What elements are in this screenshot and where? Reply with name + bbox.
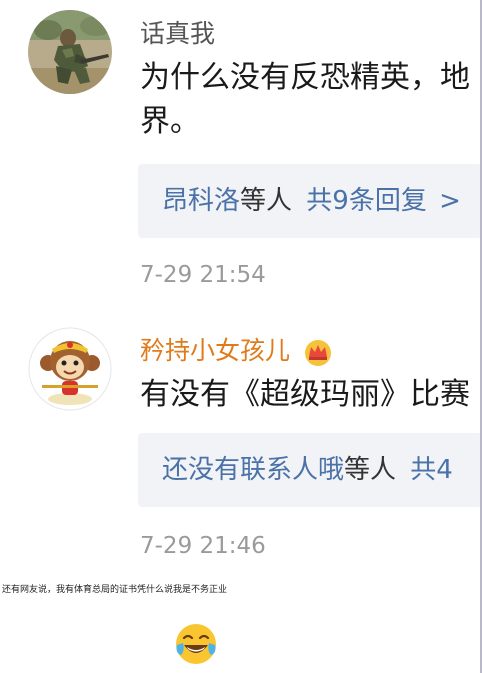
monkey-king-cartoon-icon (28, 327, 112, 411)
reply-count-link[interactable]: 共9条回复 (306, 186, 427, 216)
reply-author-link[interactable]: 还没有联系人哦 (162, 455, 344, 485)
tears-of-joy-emoji-icon (176, 624, 216, 664)
reply-author-link[interactable]: 昂科洛 (162, 186, 240, 216)
soldier-photo-icon (28, 10, 112, 94)
comment-text: 为什么没有反恐精英，地 界。 (140, 56, 470, 144)
reply-others-label: 等人 (240, 186, 293, 216)
caption-text: 还有网友说，我有体育总局的证书凭什么说我是不务正业 (2, 585, 228, 595)
comment-username[interactable]: 矜持小女孩儿 (140, 331, 334, 367)
reply-summary[interactable]: 还没有联系人哦等人 共4 (138, 433, 482, 507)
comment-username-text: 矜持小女孩儿 (140, 336, 291, 365)
comment-text-line: 界。 (140, 104, 200, 139)
crown-badge-icon (304, 340, 331, 366)
screenshot: 话真我 为什么没有反恐精英，地 界。 昂科洛等人 共9条回复 > 7-29 21… (0, 0, 482, 673)
comment-text: 有没有《超级玛丽》比赛 (140, 373, 470, 417)
reply-count-link[interactable]: 共4 (410, 455, 453, 485)
comment-timestamp: 7-29 21:54 (140, 262, 266, 288)
reply-others-label: 等人 (344, 455, 397, 485)
comment-username[interactable]: 话真我 (140, 14, 215, 50)
avatar[interactable] (28, 10, 112, 94)
avatar[interactable] (28, 327, 112, 411)
reply-summary[interactable]: 昂科洛等人 共9条回复 > (138, 164, 482, 238)
comment-timestamp: 7-29 21:46 (140, 533, 266, 559)
comment-text-line: 有没有《超级玛丽》比赛 (140, 377, 470, 412)
comment-text-line: 为什么没有反恐精英，地 (140, 60, 470, 95)
chevron-right-icon[interactable]: > (439, 186, 461, 216)
